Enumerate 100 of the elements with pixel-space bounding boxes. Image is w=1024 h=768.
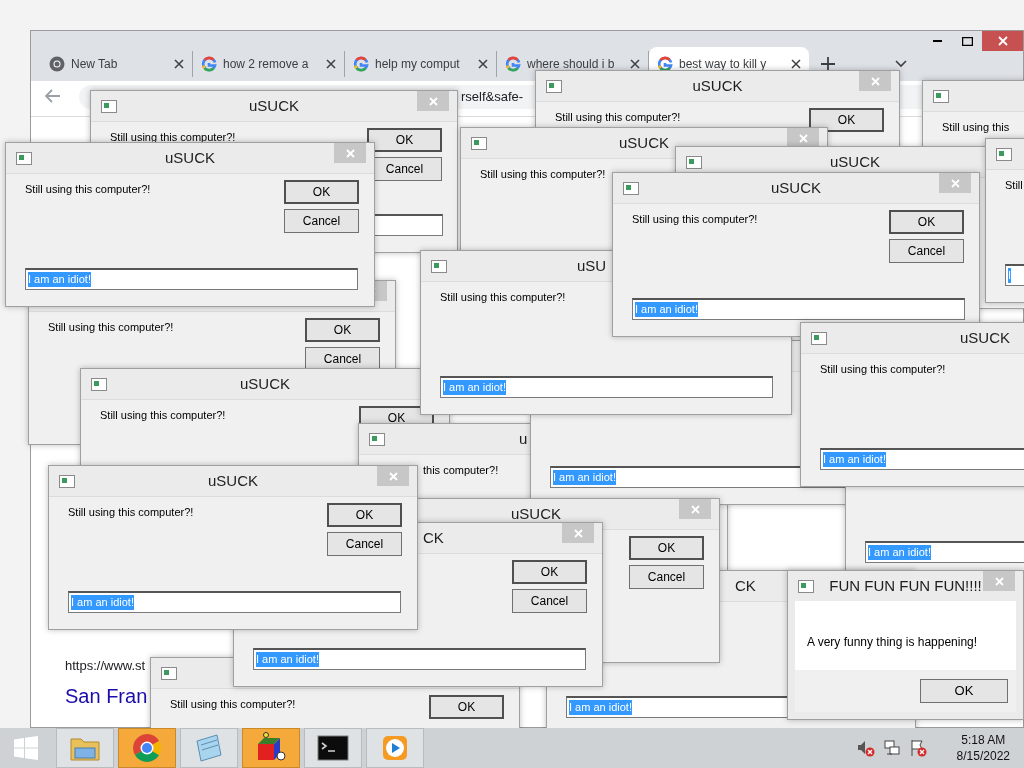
app-icon [546,79,562,93]
notepad-icon [193,733,225,763]
colored-ring-icon [201,56,217,72]
app-icon [933,89,949,103]
close-icon[interactable] [326,59,336,69]
app-icon [369,432,385,446]
ok-button[interactable]: OK [284,180,359,204]
dialog-message: Still [1005,179,1023,191]
tab-title: where should i b [527,56,615,73]
dialog-message: Still using this computer?! [100,409,226,421]
tab-title: help my comput [375,56,460,73]
close-icon [994,576,1004,586]
ok-button[interactable]: OK [327,503,402,527]
ok-button[interactable]: OK [512,560,587,584]
dialog-message: this computer?! [423,464,499,476]
cancel-button[interactable]: Cancel [512,589,587,613]
dialog-message: Still using this computer?! [110,131,236,143]
close-icon [798,133,808,143]
close-icon [428,96,438,106]
app-icon [16,151,32,165]
window-title: FUN FUN FUN FUN!!!! [829,577,982,595]
dialog-message: Still using this computer?! [25,183,151,195]
browser-tab[interactable]: help my comput [345,51,497,77]
browser-tab[interactable]: New Tab [41,51,193,77]
window-title: uSUCK [165,149,215,167]
close-icon[interactable] [630,59,640,69]
close-icon [388,471,398,481]
app-icon [811,331,827,345]
window-title: u [519,430,528,448]
window-title: CK [423,529,444,547]
browser-tab[interactable]: how 2 remove a [193,51,345,77]
ok-button[interactable]: OK [429,695,504,719]
dialog-message: Still using this computer?! [820,363,946,375]
cancel-button[interactable]: Cancel [305,347,380,371]
close-button[interactable] [982,31,1023,51]
window-title: uSUCK [830,153,880,171]
window-title: uSUCK [249,97,299,115]
cancel-button[interactable]: Cancel [284,209,359,233]
cancel-button[interactable]: Cancel [889,239,964,263]
tab-title: New Tab [71,56,118,73]
plus-icon[interactable] [821,57,835,71]
ok-button[interactable]: OK [367,128,442,152]
close-icon [950,178,960,188]
minimize-icon [932,40,942,42]
network-icon[interactable] [882,739,901,757]
result-link[interactable]: San Fran [65,681,148,711]
close-icon [345,148,355,158]
dialog-message: Still using this computer?! [480,168,606,180]
ok-button[interactable]: OK [809,108,884,132]
colored-ring-icon [353,56,369,72]
media-player-icon [380,733,410,763]
dialog-message: Still using this computer?! [440,291,566,303]
window-title: uSUCK [511,505,561,523]
window-title: uSUCK [208,472,258,490]
cancel-button[interactable]: Cancel [629,565,704,589]
colored-ring-icon [505,56,521,72]
result-url: https://www.st [65,656,146,675]
address-text: rself&safe- [461,88,524,107]
app-icon [91,377,107,391]
browser-logo-icon [132,733,162,763]
window-title: CK [735,577,756,595]
muted-speaker-icon[interactable] [856,739,875,757]
ok-button[interactable]: OK [629,536,704,560]
windows-logo-icon [14,736,38,760]
ok-button[interactable]: OK [305,318,380,342]
dialog-message: Still using this computer?! [48,321,174,333]
window-title: uSU [577,257,607,275]
dialog-message: Still using this computer?! [555,111,681,123]
dialog-message: A very funny thing is happening! [807,635,978,649]
close-icon[interactable] [174,59,184,69]
tab-title: how 2 remove a [223,56,309,73]
chevron-down-icon[interactable] [895,60,907,68]
close-icon[interactable] [478,59,488,69]
console-icon [317,735,349,761]
close-icon [573,528,583,538]
close-icon[interactable] [791,59,801,69]
app-icon [59,474,75,488]
close-icon [997,36,1008,46]
taskbar-app[interactable] [304,728,362,768]
close-icon [870,76,880,86]
app-icon [101,99,117,113]
close-icon [690,504,700,514]
window-title: uSUCK [619,134,669,152]
app-icon [686,155,702,169]
app-icon [431,259,447,273]
clock-time: 5:18 AM [961,732,1006,748]
flag-icon[interactable] [908,739,927,757]
back-arrow-icon[interactable] [45,89,61,103]
clock-date: 8/15/2022 [956,748,1010,764]
dialog-message: Still using this [942,121,1010,133]
ok-button[interactable]: OK [889,210,964,234]
dialog-message: Still using this computer?! [68,506,194,518]
cancel-button[interactable]: Cancel [327,532,402,556]
window-title: uSUCK [960,329,1010,347]
window-title: uSUCK [240,375,290,393]
ok-button[interactable]: OK [920,679,1008,703]
window-title: uSUCK [771,179,821,197]
close-button[interactable] [787,128,819,148]
colored-ring-icon [657,56,673,72]
dialog-message: Still using this computer?! [170,698,296,710]
